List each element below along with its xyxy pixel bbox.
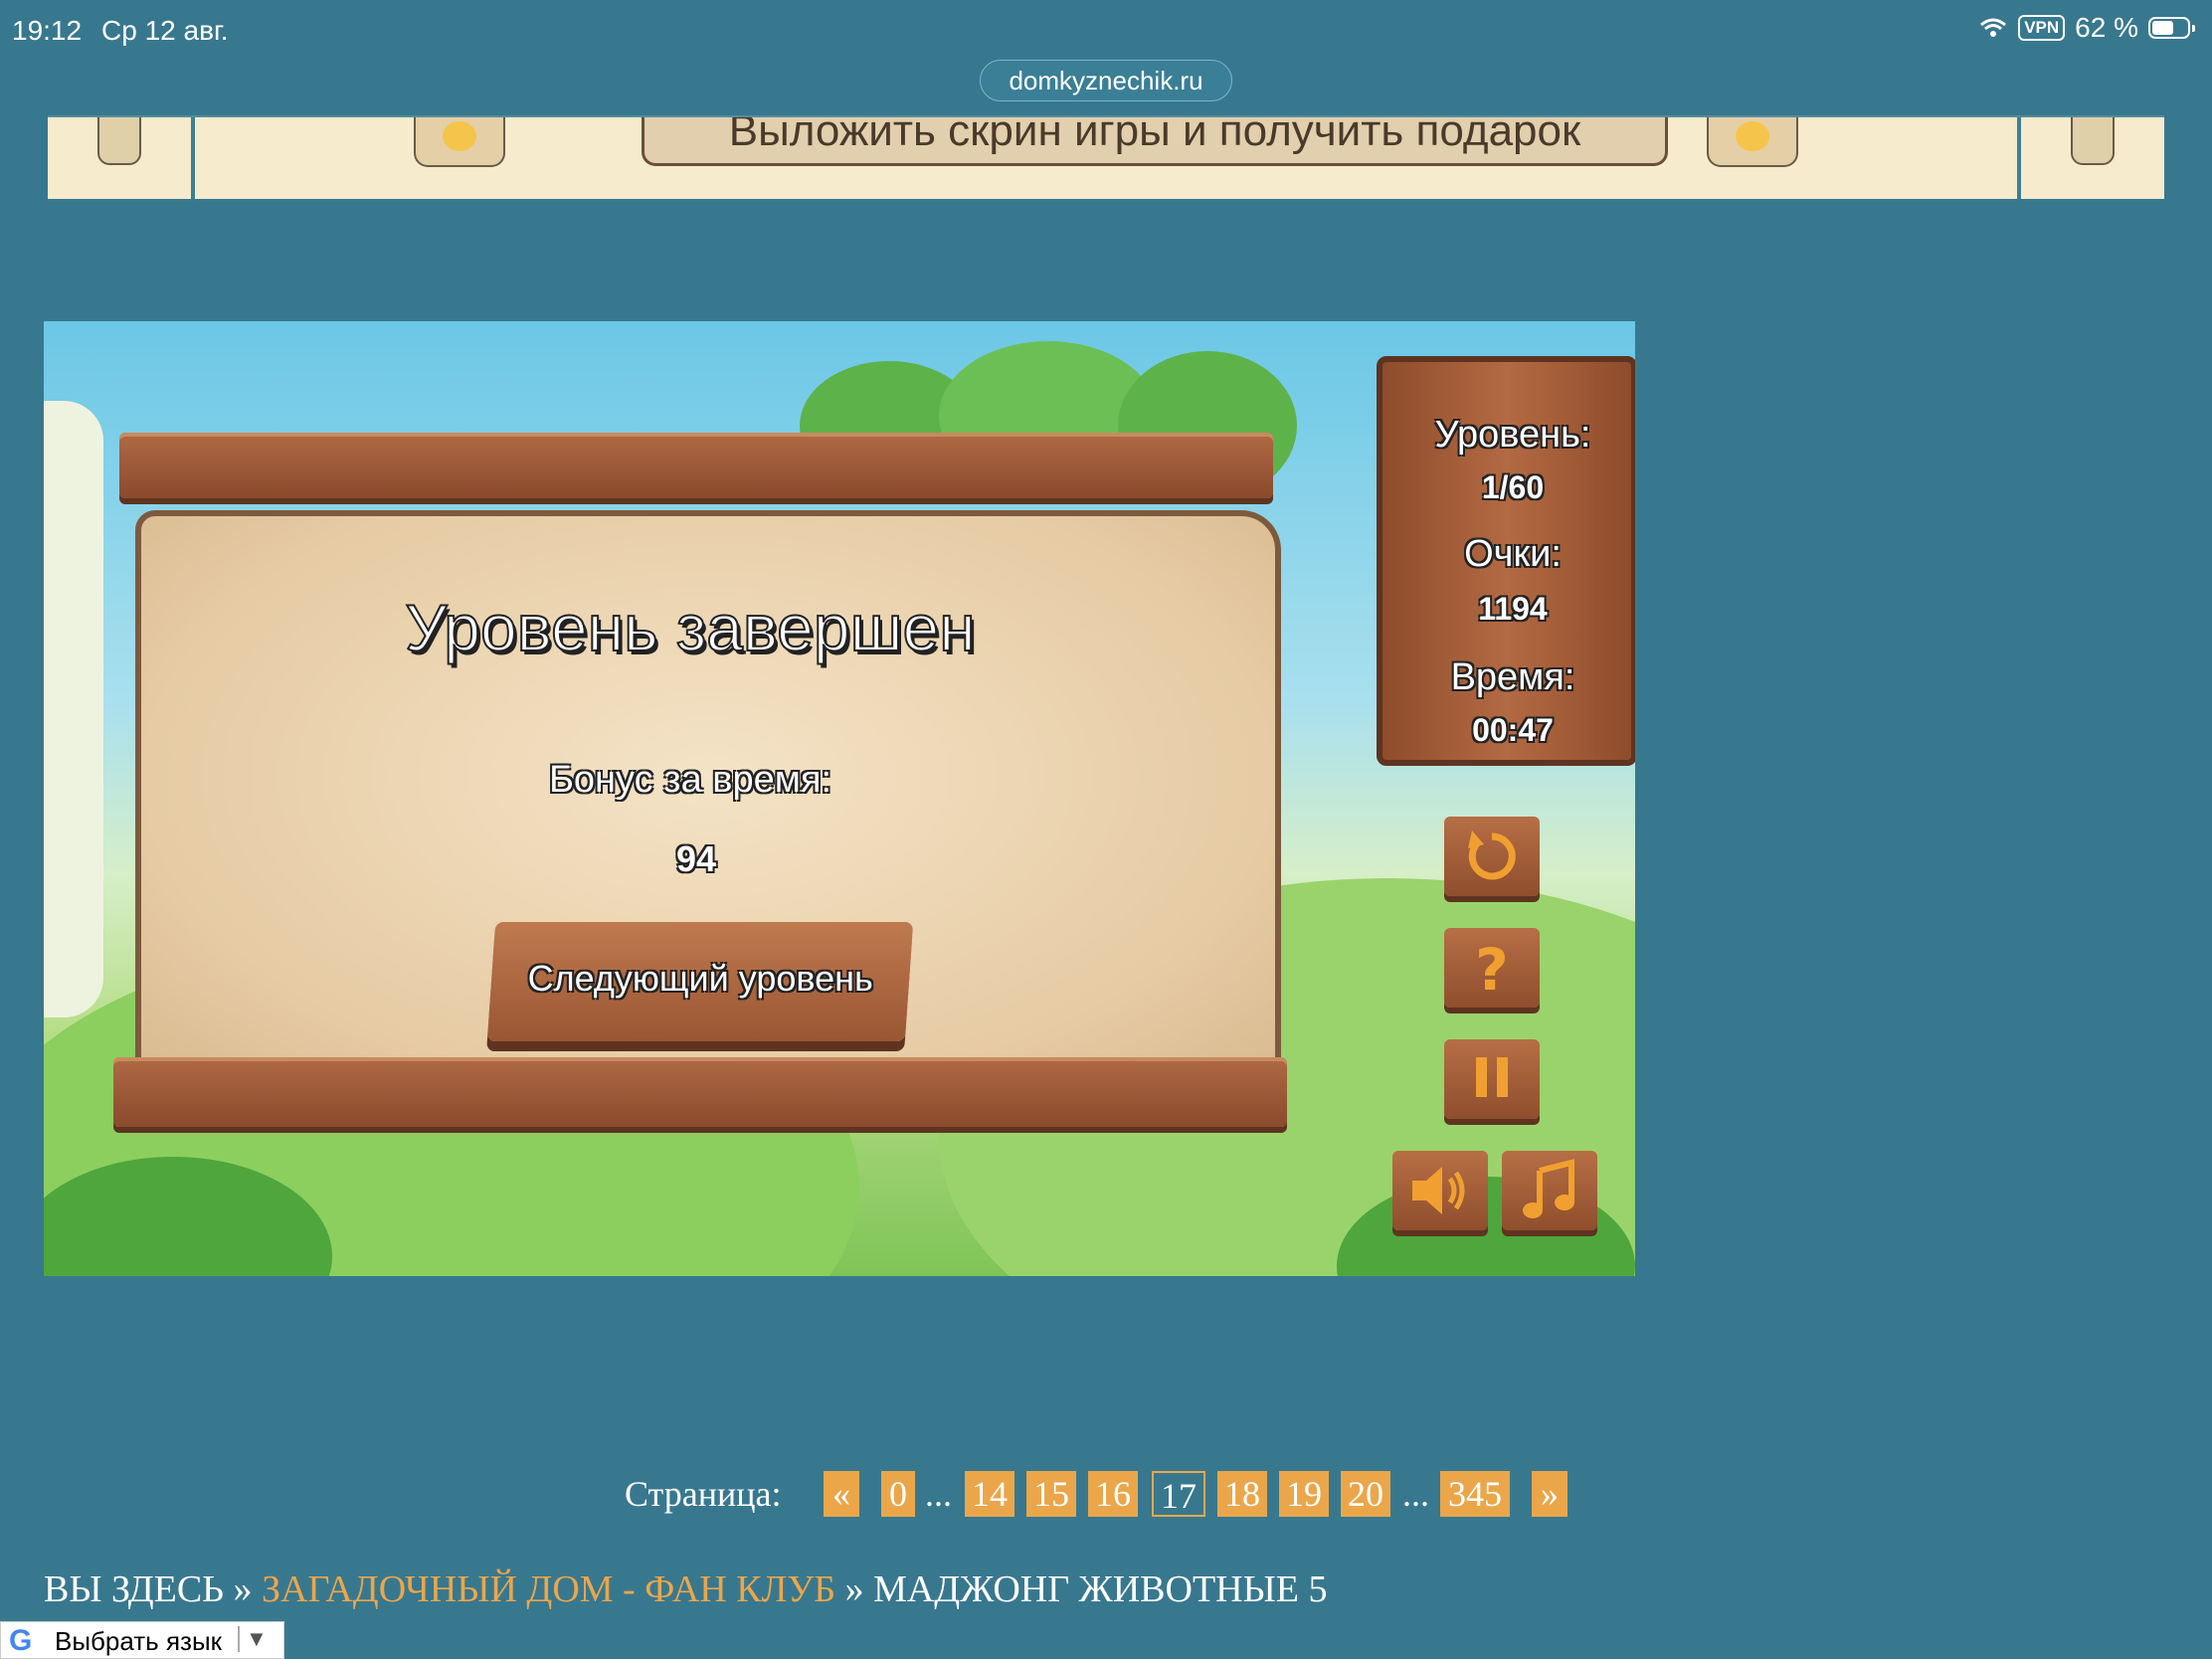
stats-panel: Уровень: 1/60 Очки: 1194 Время: 00:47 — [1377, 356, 1635, 766]
score-label: Очки: — [1464, 533, 1562, 575]
sound-icon — [1412, 1167, 1465, 1214]
status-bar: 19:12 Ср 12 авг. VPN 62 % — [0, 0, 2212, 60]
breadcrumb: ВЫ ЗДЕСЬ » ЗАГАДОЧНЫЙ ДОМ - ФАН КЛУБ » М… — [44, 1567, 1327, 1611]
music-button[interactable] — [1502, 1151, 1597, 1230]
bottom-plank — [113, 1057, 1287, 1127]
restart-icon — [1468, 830, 1516, 880]
translate-label: Выбрать язык — [55, 1626, 223, 1656]
bonus-label: Бонус за время: — [548, 759, 832, 801]
frame-divider — [191, 117, 195, 199]
dropdown-arrow-icon: ▼ — [238, 1626, 276, 1652]
pager-page[interactable]: 18 — [1217, 1471, 1267, 1517]
level-value: 1/60 — [1481, 469, 1545, 505]
translate-select[interactable]: G Выбрать язык ▼ — [0, 1621, 284, 1659]
time-value: 00:47 — [1472, 712, 1554, 748]
pager-page[interactable]: 20 — [1341, 1471, 1390, 1517]
smile-button-left[interactable] — [414, 117, 505, 167]
next-level-label: Следующий уровень — [527, 958, 873, 999]
frame-cap-left — [97, 117, 141, 165]
breadcrumb-link[interactable]: ЗАГАДОЧНЫЙ ДОМ - ФАН КЛУБ — [262, 1568, 835, 1610]
pager-page[interactable]: 16 — [1088, 1471, 1138, 1517]
pager-next[interactable]: » — [1532, 1471, 1567, 1517]
battery-fill — [2152, 21, 2174, 35]
help-icon: ? — [1475, 936, 1509, 1004]
pager-page[interactable]: 19 — [1279, 1471, 1329, 1517]
smiley-icon — [443, 121, 476, 151]
score-value: 1194 — [1478, 591, 1548, 627]
pager-page[interactable]: 0 — [881, 1471, 915, 1517]
pause-button[interactable] — [1444, 1039, 1540, 1119]
pause-icon — [1476, 1057, 1508, 1097]
status-date: Ср 12 авг. — [101, 15, 229, 46]
pager-page[interactable]: 15 — [1026, 1471, 1076, 1517]
pager-ellipsis: ... — [925, 1474, 952, 1514]
pager-page[interactable]: 345 — [1440, 1471, 1510, 1517]
svg-text:?: ? — [1475, 936, 1509, 1004]
promo-button[interactable]: Выложить скрин игры и получить подарок — [642, 117, 1668, 166]
restart-button[interactable] — [1444, 817, 1540, 896]
help-button[interactable]: ? — [1444, 928, 1540, 1008]
pager: Страница: « 0 ... 14 15 16 17 18 19 20 .… — [0, 1467, 2212, 1527]
breadcrumb-current: МАДЖОНГ ЖИВОТНЫЕ 5 — [873, 1568, 1328, 1610]
frame-divider — [2017, 117, 2021, 199]
status-right: VPN 62 % — [1978, 12, 2195, 44]
time-label: Время: — [1450, 656, 1575, 698]
frame-cap-right — [2071, 117, 2115, 165]
music-icon — [1523, 1159, 1574, 1218]
wifi-icon — [1980, 18, 2007, 37]
pager-prev[interactable]: « — [824, 1471, 859, 1517]
battery-percent: 62 % — [2075, 12, 2138, 43]
next-level-button[interactable]: Следующий уровень — [486, 922, 914, 1041]
google-icon: G — [9, 1624, 33, 1657]
smile-button-right[interactable] — [1707, 117, 1798, 167]
pager-page-current: 17 — [1152, 1471, 1205, 1517]
battery-icon — [2148, 17, 2195, 39]
breadcrumb-sep: » — [233, 1568, 253, 1610]
pager-ellipsis: ... — [1402, 1474, 1429, 1514]
breadcrumb-sep: » — [844, 1568, 864, 1610]
level-label: Уровень: — [1434, 414, 1591, 456]
url-bar[interactable]: domkyznechik.ru — [980, 60, 1232, 101]
sound-button[interactable] — [1392, 1151, 1488, 1230]
status-time: 19:12 — [12, 15, 83, 46]
dialog-title: Уровень завершен — [404, 590, 976, 665]
smiley-icon — [1736, 121, 1769, 151]
top-plank — [119, 433, 1273, 498]
pager-page[interactable]: 14 — [965, 1471, 1014, 1517]
site-header-frame: Выложить скрин игры и получить подарок — [48, 117, 2164, 199]
game-canvas[interactable]: Уровень завершен Бонус за время: 94 След… — [44, 321, 1635, 1276]
pager-label: Страница: — [625, 1474, 782, 1514]
breadcrumb-here: ВЫ ЗДЕСЬ — [44, 1568, 225, 1610]
tree-trunk — [44, 401, 103, 1017]
vpn-badge: VPN — [2018, 15, 2066, 41]
bonus-value: 94 — [675, 838, 717, 879]
